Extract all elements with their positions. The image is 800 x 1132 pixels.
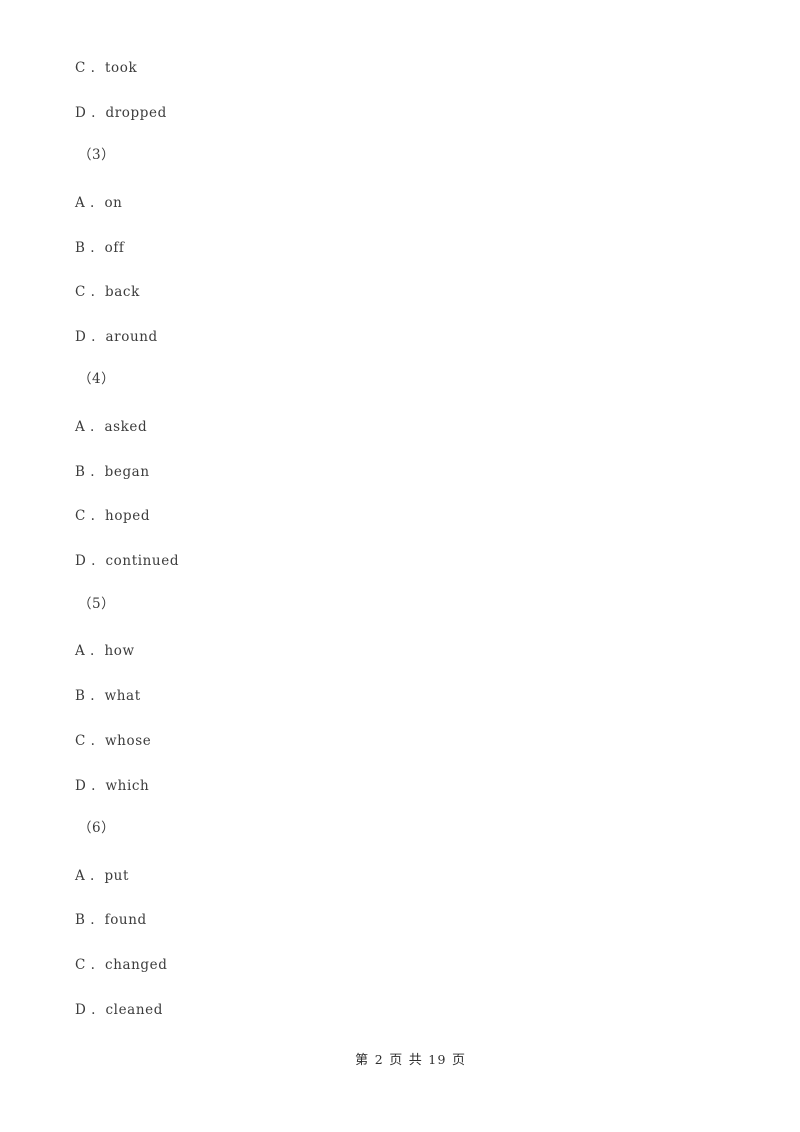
option-text: asked [104, 419, 148, 435]
option-separator: . [90, 912, 96, 928]
option-separator: . [90, 419, 95, 435]
option-separator: . [90, 688, 96, 704]
option-text: which [105, 778, 150, 794]
option-separator: . [90, 508, 96, 524]
answer-option: A . put [75, 868, 129, 884]
answer-option: D . continued [75, 553, 179, 569]
answer-option: C . changed [75, 957, 168, 973]
option-separator: . [90, 868, 95, 884]
question-number: （3） [78, 147, 116, 163]
option-letter: A [75, 419, 86, 435]
option-separator: . [90, 643, 95, 659]
option-text: on [104, 195, 123, 211]
option-text: back [105, 284, 140, 300]
option-text: changed [105, 957, 168, 973]
option-letter: B [75, 240, 86, 256]
footer-middle-label: 页 共 [389, 1053, 423, 1068]
question-number: （4） [78, 371, 116, 387]
option-text: cleaned [105, 1002, 163, 1018]
option-separator: . [90, 284, 96, 300]
option-text: put [104, 868, 129, 884]
option-letter: B [75, 912, 86, 928]
answer-option: B . what [75, 688, 141, 704]
option-letter: A [75, 868, 86, 884]
option-letter: C [75, 284, 86, 300]
document-page: C . took D . dropped （3） A . on B . off C . b… [0, 0, 800, 1132]
option-text: found [104, 912, 147, 928]
option-separator: . [91, 778, 96, 794]
footer-total-pages-number: 19 [428, 1052, 447, 1067]
option-letter: D [75, 329, 87, 345]
option-separator: . [90, 240, 96, 256]
option-letter: A [75, 195, 86, 211]
option-text: how [104, 643, 135, 659]
footer-prefix-label: 第 [355, 1053, 370, 1068]
answer-option: D . which [75, 778, 149, 794]
answer-option: C . hoped [75, 508, 150, 524]
option-letter: A [75, 643, 86, 659]
option-separator: . [91, 1002, 96, 1018]
option-text: whose [105, 733, 152, 749]
option-text: began [104, 464, 150, 480]
option-separator: . [91, 553, 96, 569]
answer-option: B . off [75, 240, 125, 256]
option-separator: . [91, 105, 96, 121]
option-text: off [104, 240, 125, 256]
answer-option: C . back [75, 284, 140, 300]
answer-option: A . how [75, 643, 135, 659]
option-text: took [105, 60, 138, 76]
option-letter: B [75, 464, 86, 480]
answer-option: D . dropped [75, 105, 167, 121]
option-letter: C [75, 508, 86, 524]
answer-option: C . whose [75, 733, 151, 749]
option-separator: . [90, 60, 96, 76]
answer-option: C . took [75, 60, 137, 76]
answer-option: A . on [75, 195, 122, 211]
option-letter: D [75, 105, 87, 121]
answer-option: B . began [75, 464, 150, 480]
option-letter: D [75, 778, 87, 794]
answer-option: A . asked [75, 419, 147, 435]
option-separator: . [91, 329, 96, 345]
page-footer: 第 2 页 共 19 页 [0, 1034, 800, 1083]
footer-suffix-label: 页 [451, 1053, 467, 1068]
option-letter: D [75, 1002, 87, 1018]
question-number: （5） [78, 596, 116, 612]
option-text: hoped [105, 508, 151, 524]
question-number: （6） [78, 820, 116, 836]
answer-option: D . cleaned [75, 1002, 163, 1018]
option-text: what [104, 688, 141, 704]
option-text: continued [105, 553, 180, 569]
option-separator: . [90, 195, 95, 211]
option-letter: C [75, 733, 86, 749]
option-letter: C [75, 957, 86, 973]
answer-option: B . found [75, 912, 147, 928]
option-text: dropped [105, 105, 167, 121]
option-letter: D [75, 553, 87, 569]
option-text: around [105, 329, 158, 345]
option-letter: C [75, 60, 86, 76]
option-separator: . [90, 733, 96, 749]
footer-current-page-number: 2 [374, 1052, 384, 1067]
answer-option: D . around [75, 329, 158, 345]
option-letter: B [75, 688, 86, 704]
option-separator: . [90, 464, 96, 480]
option-separator: . [90, 957, 96, 973]
